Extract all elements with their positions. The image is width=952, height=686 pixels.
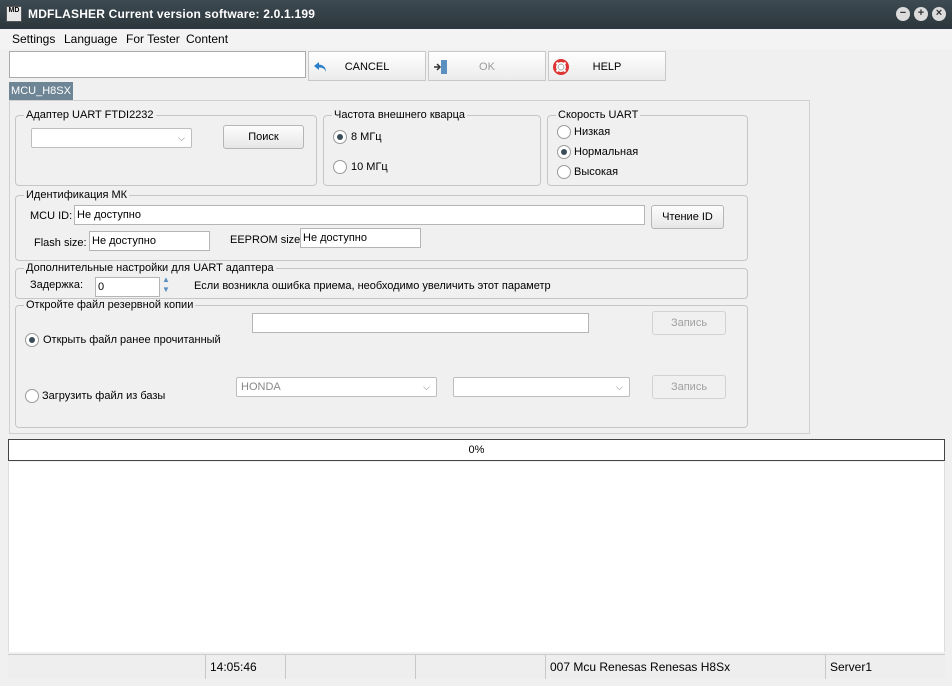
radio-8mhz[interactable] <box>333 130 347 144</box>
status-mcu: 007 Mcu Renesas Renesas H8Sx <box>546 655 826 679</box>
model-select[interactable]: ⌵ <box>453 377 630 397</box>
extra-uart-settings-title: Дополнительные настройки для UART адапте… <box>24 262 276 274</box>
delay-spinner[interactable]: ▲ ▼ <box>162 275 170 295</box>
chevron-down-icon: ⌵ <box>178 133 185 143</box>
uart-adapter-select[interactable]: ⌵ <box>31 128 192 148</box>
menu-language[interactable]: Language <box>64 32 117 46</box>
mcu-id-label: MCU ID: <box>30 210 73 222</box>
flash-size-field: Не доступно <box>89 231 210 251</box>
radio-speed-low[interactable] <box>557 125 571 139</box>
backup-file-title: Откройте файл резервной копии <box>24 299 196 311</box>
read-id-button[interactable]: Чтение ID <box>651 205 724 229</box>
main-panel: Адаптер UART FTDI2232 ⌵ Поиск Частота вн… <box>9 100 810 434</box>
app-icon: MD <box>6 6 22 22</box>
mcu-id-field: Не доступно <box>74 205 645 225</box>
uart-adapter-title: Адаптер UART FTDI2232 <box>24 109 156 121</box>
radio-open-previous[interactable] <box>25 333 39 347</box>
radio-load-from-db-label: Загрузить файл из базы <box>42 390 166 402</box>
delay-input[interactable]: 0 <box>95 277 160 297</box>
write-button[interactable]: Запись <box>652 311 726 335</box>
status-server: Server1 <box>830 660 873 674</box>
chevron-down-icon: ⌵ <box>423 382 430 392</box>
radio-8mhz-label: 8 МГц <box>351 131 382 143</box>
eeprom-size-field: Не доступно <box>300 228 421 248</box>
flash-size-label: Flash size: <box>34 237 87 249</box>
radio-speed-high[interactable] <box>557 165 571 179</box>
extra-uart-settings-group: Дополнительные настройки для UART адапте… <box>15 262 748 299</box>
tab-mcu-h8sx[interactable]: MCU_H8SX <box>9 82 73 100</box>
help-button[interactable]: HELP <box>548 51 666 81</box>
menu-settings[interactable]: Settings <box>12 32 55 46</box>
menu-bar: Settings Language For Tester Content <box>0 29 952 49</box>
radio-load-from-db[interactable] <box>25 389 39 403</box>
status-cell-empty3 <box>416 655 546 679</box>
uart-speed-group: Скорость UART Низкая Нормальная Высокая <box>547 109 748 186</box>
crystal-frequency-group: Частота внешнего кварца 8 МГц 10 МГц <box>323 109 541 186</box>
search-button[interactable]: Поиск <box>223 125 304 149</box>
mcu-identification-group: Идентификация МК MCU ID: Не доступно Чте… <box>15 189 748 261</box>
cancel-button[interactable]: CANCEL <box>308 51 426 81</box>
title-bar: MD MDFLASHER Current version software: 2… <box>0 0 952 29</box>
mcu-identification-title: Идентификация МК <box>24 189 130 201</box>
log-area <box>8 462 945 652</box>
write-from-db-button[interactable]: Запись <box>652 375 726 399</box>
uart-speed-title: Скорость UART <box>556 109 641 121</box>
radio-speed-normal-label: Нормальная <box>574 146 639 158</box>
radio-speed-low-label: Низкая <box>574 126 611 138</box>
backup-file-path[interactable] <box>252 313 589 333</box>
status-bar: 14:05:46 007 Mcu Renesas Renesas H8Sx Se… <box>8 654 945 679</box>
close-icon[interactable]: × <box>932 7 946 21</box>
ok-button[interactable]: OK <box>428 51 546 81</box>
status-cell-empty2 <box>286 655 416 679</box>
command-input[interactable] <box>9 51 306 78</box>
menu-for-tester[interactable]: For Tester <box>126 32 180 46</box>
chevron-down-icon: ⌵ <box>616 382 623 392</box>
radio-10mhz[interactable] <box>333 160 347 174</box>
menu-content[interactable]: Content <box>186 32 228 46</box>
uart-adapter-group: Адаптер UART FTDI2232 ⌵ Поиск <box>15 109 317 186</box>
progress-bar: 0% <box>8 439 945 461</box>
maximize-icon[interactable]: + <box>914 7 928 21</box>
delay-label: Задержка: <box>30 279 84 291</box>
status-time: 14:05:46 <box>206 655 286 679</box>
radio-speed-normal[interactable] <box>557 145 571 159</box>
window-title: MDFLASHER Current version software: 2.0.… <box>28 7 316 21</box>
radio-10mhz-label: 10 МГц <box>351 161 388 173</box>
radio-speed-high-label: Высокая <box>574 166 619 178</box>
radio-open-previous-label: Открыть файл ранее прочитанный <box>43 334 221 346</box>
brand-select[interactable]: HONDA ⌵ <box>236 377 437 397</box>
delay-hint: Если возникла ошибка приема, необходимо … <box>194 280 551 292</box>
status-cell-empty <box>8 655 206 679</box>
minimize-icon[interactable]: − <box>896 7 910 21</box>
eeprom-size-label: EEPROM size: <box>230 234 304 246</box>
crystal-frequency-title: Частота внешнего кварца <box>332 109 468 121</box>
backup-file-group: Откройте файл резервной копии Открыть фа… <box>15 299 748 428</box>
